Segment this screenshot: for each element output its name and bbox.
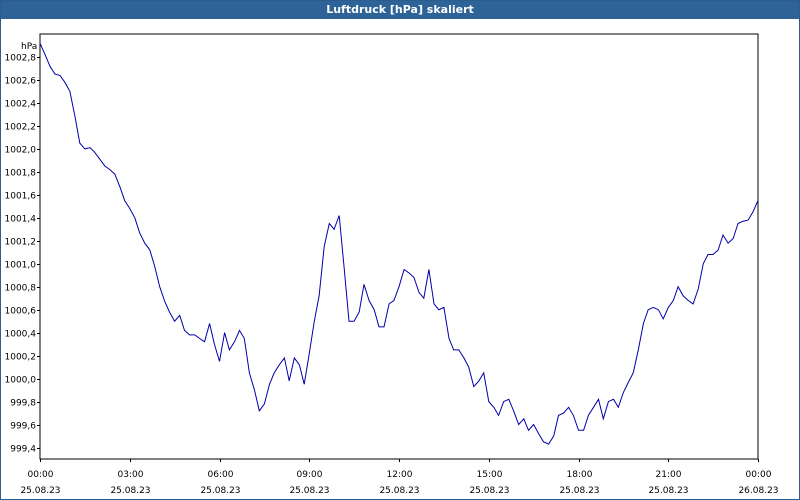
x-tick-time-label: 00:00 [746, 470, 772, 480]
x-tick-date-label: 25.08.23 [20, 486, 60, 496]
x-tick-time-label: 12:00 [387, 470, 413, 480]
y-tick-label: 1000,8 [5, 284, 37, 294]
y-tick-label: 1001,6 [5, 192, 37, 202]
y-axis-label: hPa [21, 42, 37, 52]
y-tick-label: 1002,8 [5, 54, 37, 64]
x-tick-time-label: 09:00 [297, 470, 323, 480]
y-tick-label: 1001,0 [5, 261, 37, 271]
x-tick-date-label: 25.08.23 [110, 486, 150, 496]
y-tick-label: 1002,4 [5, 100, 37, 110]
x-tick-time-label: 18:00 [567, 470, 593, 480]
x-tick-date-label: 25.08.23 [559, 486, 599, 496]
y-tick-label: 1000,0 [5, 376, 37, 386]
axis-layer [37, 33, 759, 462]
x-tick-time-label: 00:00 [28, 470, 54, 480]
y-tick-label: 1001,2 [5, 238, 37, 248]
y-tick-label: 1002,2 [5, 123, 37, 133]
y-tick-label: 1000,4 [5, 330, 37, 340]
x-tick-time-label: 03:00 [118, 470, 144, 480]
y-tick-label: 1001,4 [5, 215, 37, 225]
x-tick-time-label: 15:00 [477, 470, 503, 480]
chart-canvas: 999,4 999,6 999,8 1000,0 1000,2 1000,4 1000,6 1… [5, 33, 779, 496]
x-tick-date-label: 26.08.23 [738, 486, 778, 496]
y-tick-label: 1000,2 [5, 353, 37, 363]
x-tick-date-label: 25.08.23 [469, 486, 509, 496]
y-tick-label: 999,4 [10, 445, 36, 455]
y-tick-label: 1000,6 [5, 307, 37, 317]
y-tick-label: 999,6 [10, 422, 36, 432]
y-tick-label: 1002,0 [5, 146, 37, 156]
x-tick-date-label: 25.08.23 [379, 486, 419, 496]
y-tick-label: 999,8 [10, 399, 36, 409]
x-tick-date-label: 25.08.23 [648, 486, 688, 496]
x-tick-date-label: 25.08.23 [289, 486, 329, 496]
x-tick-date-label: 25.08.23 [200, 486, 240, 496]
x-tick-time-label: 21:00 [656, 470, 682, 480]
y-tick-label: 1002,6 [5, 77, 37, 87]
y-tick-label: 1001,8 [5, 169, 37, 179]
x-tick-time-label: 06:00 [208, 470, 234, 480]
chart-window: Luftdruck [hPa] skaliert 999,4 999,6 999,8… [0, 0, 800, 500]
